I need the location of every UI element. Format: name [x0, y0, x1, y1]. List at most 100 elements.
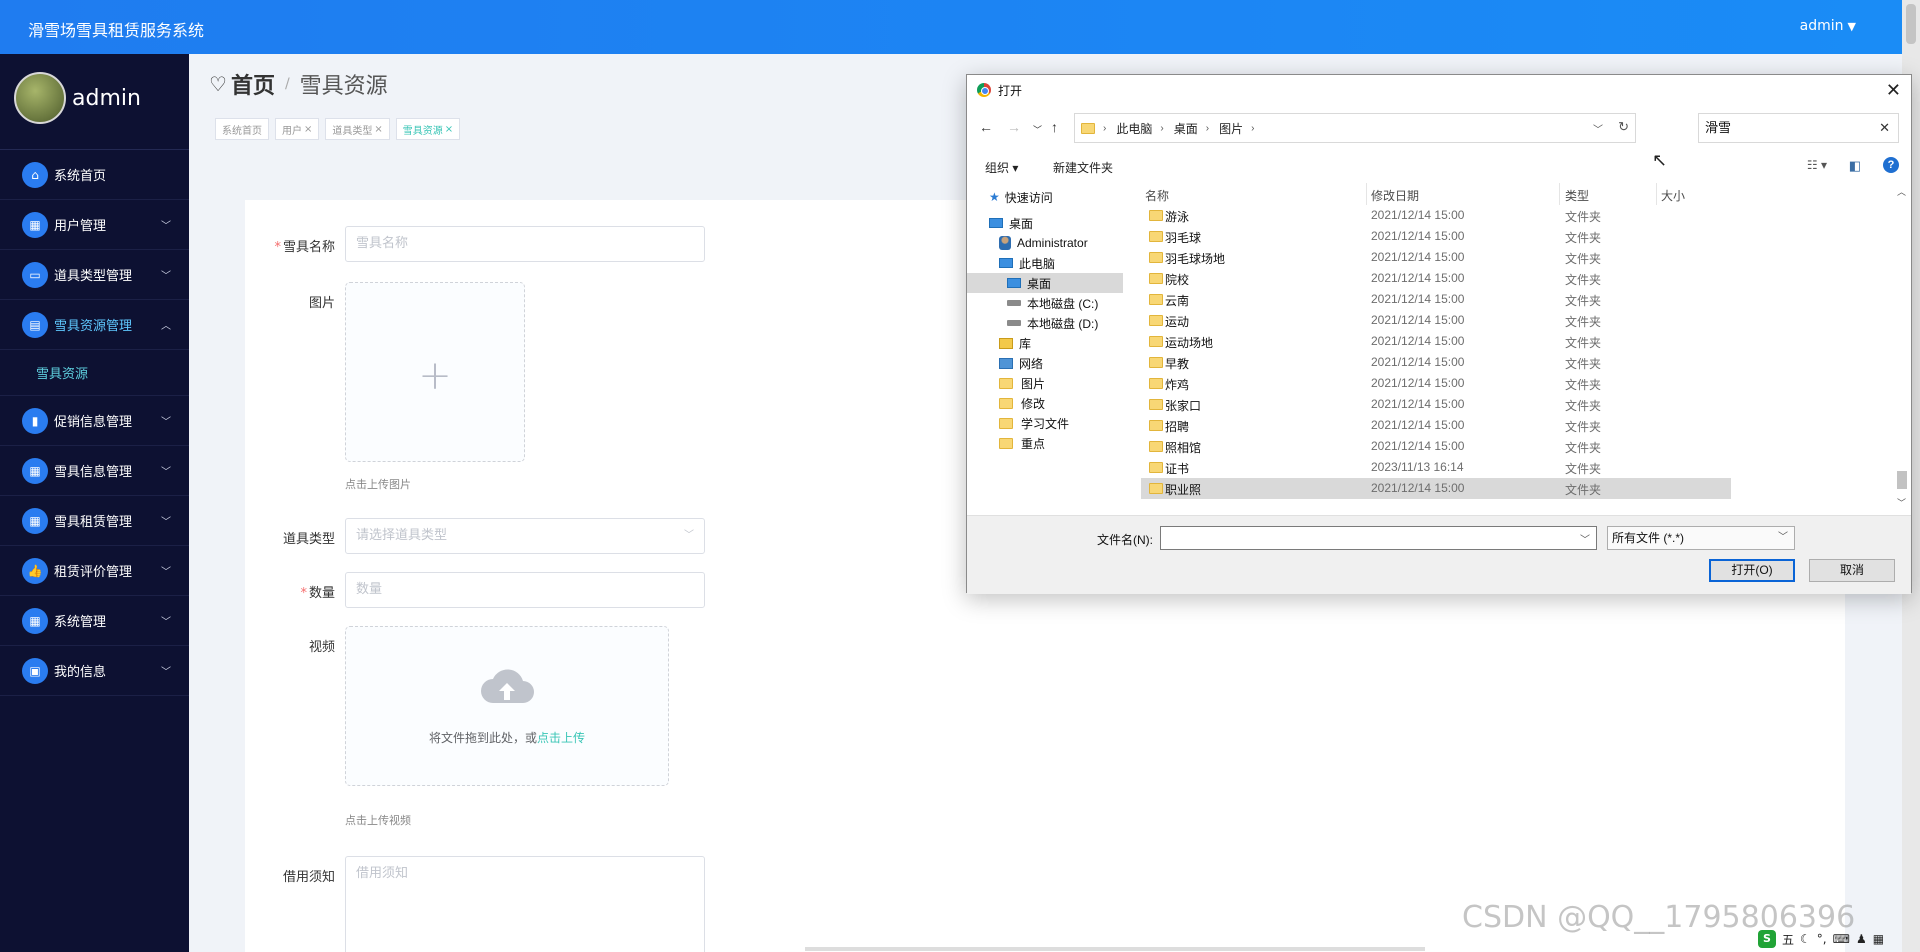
recent-dropdown-icon[interactable]: ﹀ — [1033, 123, 1042, 136]
moon-icon[interactable]: ☾ — [1800, 932, 1811, 946]
scrollbar-thumb[interactable] — [1906, 4, 1916, 44]
scroll-up-icon[interactable]: ︿ — [1897, 185, 1906, 198]
sidebar-subitem-ski-resource[interactable]: 雪具资源 — [0, 350, 189, 396]
chevron-down-icon[interactable]: ﹀ — [1593, 121, 1603, 136]
image-upload[interactable]: + — [345, 282, 525, 462]
scroll-down-icon[interactable]: ﹀ — [1897, 496, 1906, 509]
user-folder-icon — [999, 236, 1011, 250]
sidebar-item-prop-types[interactable]: ▭ 道具类型管理 ﹀ — [0, 250, 189, 300]
list-item[interactable]: 运动场地 2021/12/14 15:00 文件夹 — [1141, 331, 1731, 352]
list-item[interactable]: 羽毛球场地 2021/12/14 15:00 文件夹 — [1141, 247, 1731, 268]
name-input[interactable]: 雪具名称 — [345, 226, 705, 262]
tag-prop-types[interactable]: 道具类型 × — [325, 118, 390, 140]
ime-mode[interactable]: 五 — [1782, 931, 1794, 948]
close-icon[interactable]: × — [304, 124, 312, 135]
filename-input[interactable]: ﹀ — [1160, 526, 1597, 550]
column-name[interactable]: 名称 — [1145, 187, 1169, 204]
list-item[interactable]: 照相馆 2021/12/14 15:00 文件夹 — [1141, 436, 1731, 457]
tree-key[interactable]: 重点 — [999, 433, 1045, 453]
list-item[interactable]: 云南 2021/12/14 15:00 文件夹 — [1141, 289, 1731, 310]
sidebar-item-users[interactable]: ▦ 用户管理 ﹀ — [0, 200, 189, 250]
user-menu[interactable]: admin ▼ — [1800, 18, 1856, 34]
heart-icon: ♡ — [209, 72, 227, 96]
column-date[interactable]: 修改日期 — [1371, 187, 1419, 204]
column-size[interactable]: 大小 — [1661, 187, 1685, 204]
list-item[interactable]: 羽毛球 2021/12/14 15:00 文件夹 — [1141, 226, 1731, 247]
tree-libraries[interactable]: 库 — [999, 333, 1031, 353]
sidebar-item-system[interactable]: ▦ 系统管理 ﹀ — [0, 596, 189, 646]
help-icon[interactable]: ? — [1883, 157, 1899, 173]
chevron-down-icon: ﹀ — [161, 467, 171, 478]
tree-quick-access[interactable]: ★ 快速访问 — [989, 187, 1053, 207]
organize-button[interactable]: 组织 ▾ — [985, 159, 1018, 176]
tag-ski-resource[interactable]: 雪具资源 × — [395, 118, 461, 140]
tree-administrator[interactable]: Administrator — [999, 233, 1088, 253]
keyboard-icon[interactable]: ⌨ — [1833, 932, 1850, 946]
sidebar-item-home[interactable]: ⌂ 系统首页 — [0, 150, 189, 200]
refresh-icon[interactable]: ↻ — [1618, 119, 1629, 135]
qty-input[interactable]: 数量 — [345, 572, 705, 608]
video-dropzone[interactable]: 将文件拖到此处，或点击上传 — [345, 626, 669, 786]
filetype-select[interactable]: 所有文件 (*.*) ﹀ — [1607, 526, 1795, 550]
tag-users[interactable]: 用户 × — [275, 118, 320, 140]
sidebar-item-rentals[interactable]: ▦ 雪具租赁管理 ﹀ — [0, 496, 189, 546]
tree-network[interactable]: 网络 — [999, 353, 1043, 373]
file-list-scrollbar[interactable]: ︿ ﹀ — [1895, 183, 1909, 511]
path-segment[interactable]: 图片 — [1219, 120, 1243, 137]
close-icon[interactable]: × — [374, 124, 382, 135]
list-item[interactable]: 招聘 2021/12/14 15:00 文件夹 — [1141, 415, 1731, 436]
list-item[interactable]: 游泳 2021/12/14 15:00 文件夹 — [1141, 205, 1731, 226]
list-item[interactable]: 运动 2021/12/14 15:00 文件夹 — [1141, 310, 1731, 331]
open-button[interactable]: 打开(O) — [1709, 559, 1795, 582]
tag-label: 雪具资源 — [402, 125, 443, 137]
tree-modify[interactable]: 修改 — [999, 393, 1045, 413]
breadcrumb-home[interactable]: 首页 — [231, 68, 275, 100]
tree-desktop-selected[interactable]: 桌面 — [967, 273, 1123, 293]
cancel-button[interactable]: 取消 — [1809, 559, 1895, 582]
path-segment[interactable]: 桌面 — [1174, 120, 1198, 137]
list-item[interactable]: 张家口 2021/12/14 15:00 文件夹 — [1141, 394, 1731, 415]
forward-arrow-icon[interactable]: → — [1007, 119, 1021, 135]
sidebar-item-ski-resources[interactable]: ▤ 雪具资源管理 ︿ — [0, 300, 189, 350]
column-type[interactable]: 类型 — [1565, 187, 1589, 204]
tree-study-files[interactable]: 学习文件 — [999, 413, 1069, 433]
sidebar-item-my-info[interactable]: ▣ 我的信息 ﹀ — [0, 646, 189, 696]
list-item[interactable]: 证书 2023/11/13 16:14 文件夹 — [1141, 457, 1731, 478]
type-select[interactable]: 请选择道具类型 ﹀ — [345, 518, 705, 554]
preview-pane-icon[interactable]: ◧ — [1849, 158, 1861, 174]
back-arrow-icon[interactable]: ← — [979, 119, 993, 135]
address-bar[interactable]: › 此电脑 › 桌面 › 图片 › ﹀ ↻ — [1074, 113, 1636, 143]
new-folder-button[interactable]: 新建文件夹 — [1053, 159, 1113, 176]
close-icon[interactable]: × — [445, 124, 453, 135]
punctuation-icon[interactable]: °, — [1817, 932, 1827, 946]
view-options-icon[interactable]: ☷ ▾ — [1807, 158, 1827, 172]
tree-desktop[interactable]: 桌面 — [989, 213, 1033, 233]
tag-home[interactable]: 系统首页 — [215, 118, 269, 140]
horizontal-scrollbar[interactable] — [805, 947, 1425, 951]
sogou-ime-icon[interactable]: S — [1758, 930, 1776, 948]
folder-icon — [1149, 483, 1163, 494]
tree-this-pc[interactable]: 此电脑 — [999, 253, 1055, 273]
list-item-selected[interactable]: 职业照 2021/12/14 15:00 文件夹 — [1141, 478, 1731, 499]
list-item[interactable]: 早教 2021/12/14 15:00 文件夹 — [1141, 352, 1731, 373]
search-input[interactable]: 滑雪 ✕ — [1698, 113, 1899, 143]
list-item[interactable]: 炸鸡 2021/12/14 15:00 文件夹 — [1141, 373, 1731, 394]
sidebar-item-ski-info[interactable]: ▦ 雪具信息管理 ﹀ — [0, 446, 189, 496]
tree-drive-d[interactable]: 本地磁盘 (D:) — [1007, 313, 1098, 333]
clear-icon[interactable]: ✕ — [1879, 114, 1890, 142]
tree-pictures[interactable]: 图片 — [999, 373, 1045, 393]
notice-textarea[interactable]: 借用须知 — [345, 856, 705, 952]
scrollbar-thumb[interactable] — [1897, 471, 1907, 489]
chevron-down-icon[interactable]: ﹀ — [1580, 531, 1590, 546]
close-icon[interactable]: ✕ — [1886, 80, 1901, 101]
list-item[interactable]: 院校 2021/12/14 15:00 文件夹 — [1141, 268, 1731, 289]
user-icon[interactable]: ♟ — [1856, 932, 1867, 946]
tree-drive-c[interactable]: 本地磁盘 (C:) — [1007, 293, 1098, 313]
grid-icon[interactable]: ▦ — [1873, 932, 1884, 946]
folder-icon — [1149, 441, 1163, 452]
path-segment[interactable]: 此电脑 — [1116, 120, 1152, 137]
video-upload-link[interactable]: 点击上传 — [537, 731, 585, 745]
up-arrow-icon[interactable]: ↑ — [1051, 119, 1058, 135]
sidebar-item-reviews[interactable]: 👍 租赁评价管理 ﹀ — [0, 546, 189, 596]
sidebar-item-promotions[interactable]: ▮ 促销信息管理 ﹀ — [0, 396, 189, 446]
